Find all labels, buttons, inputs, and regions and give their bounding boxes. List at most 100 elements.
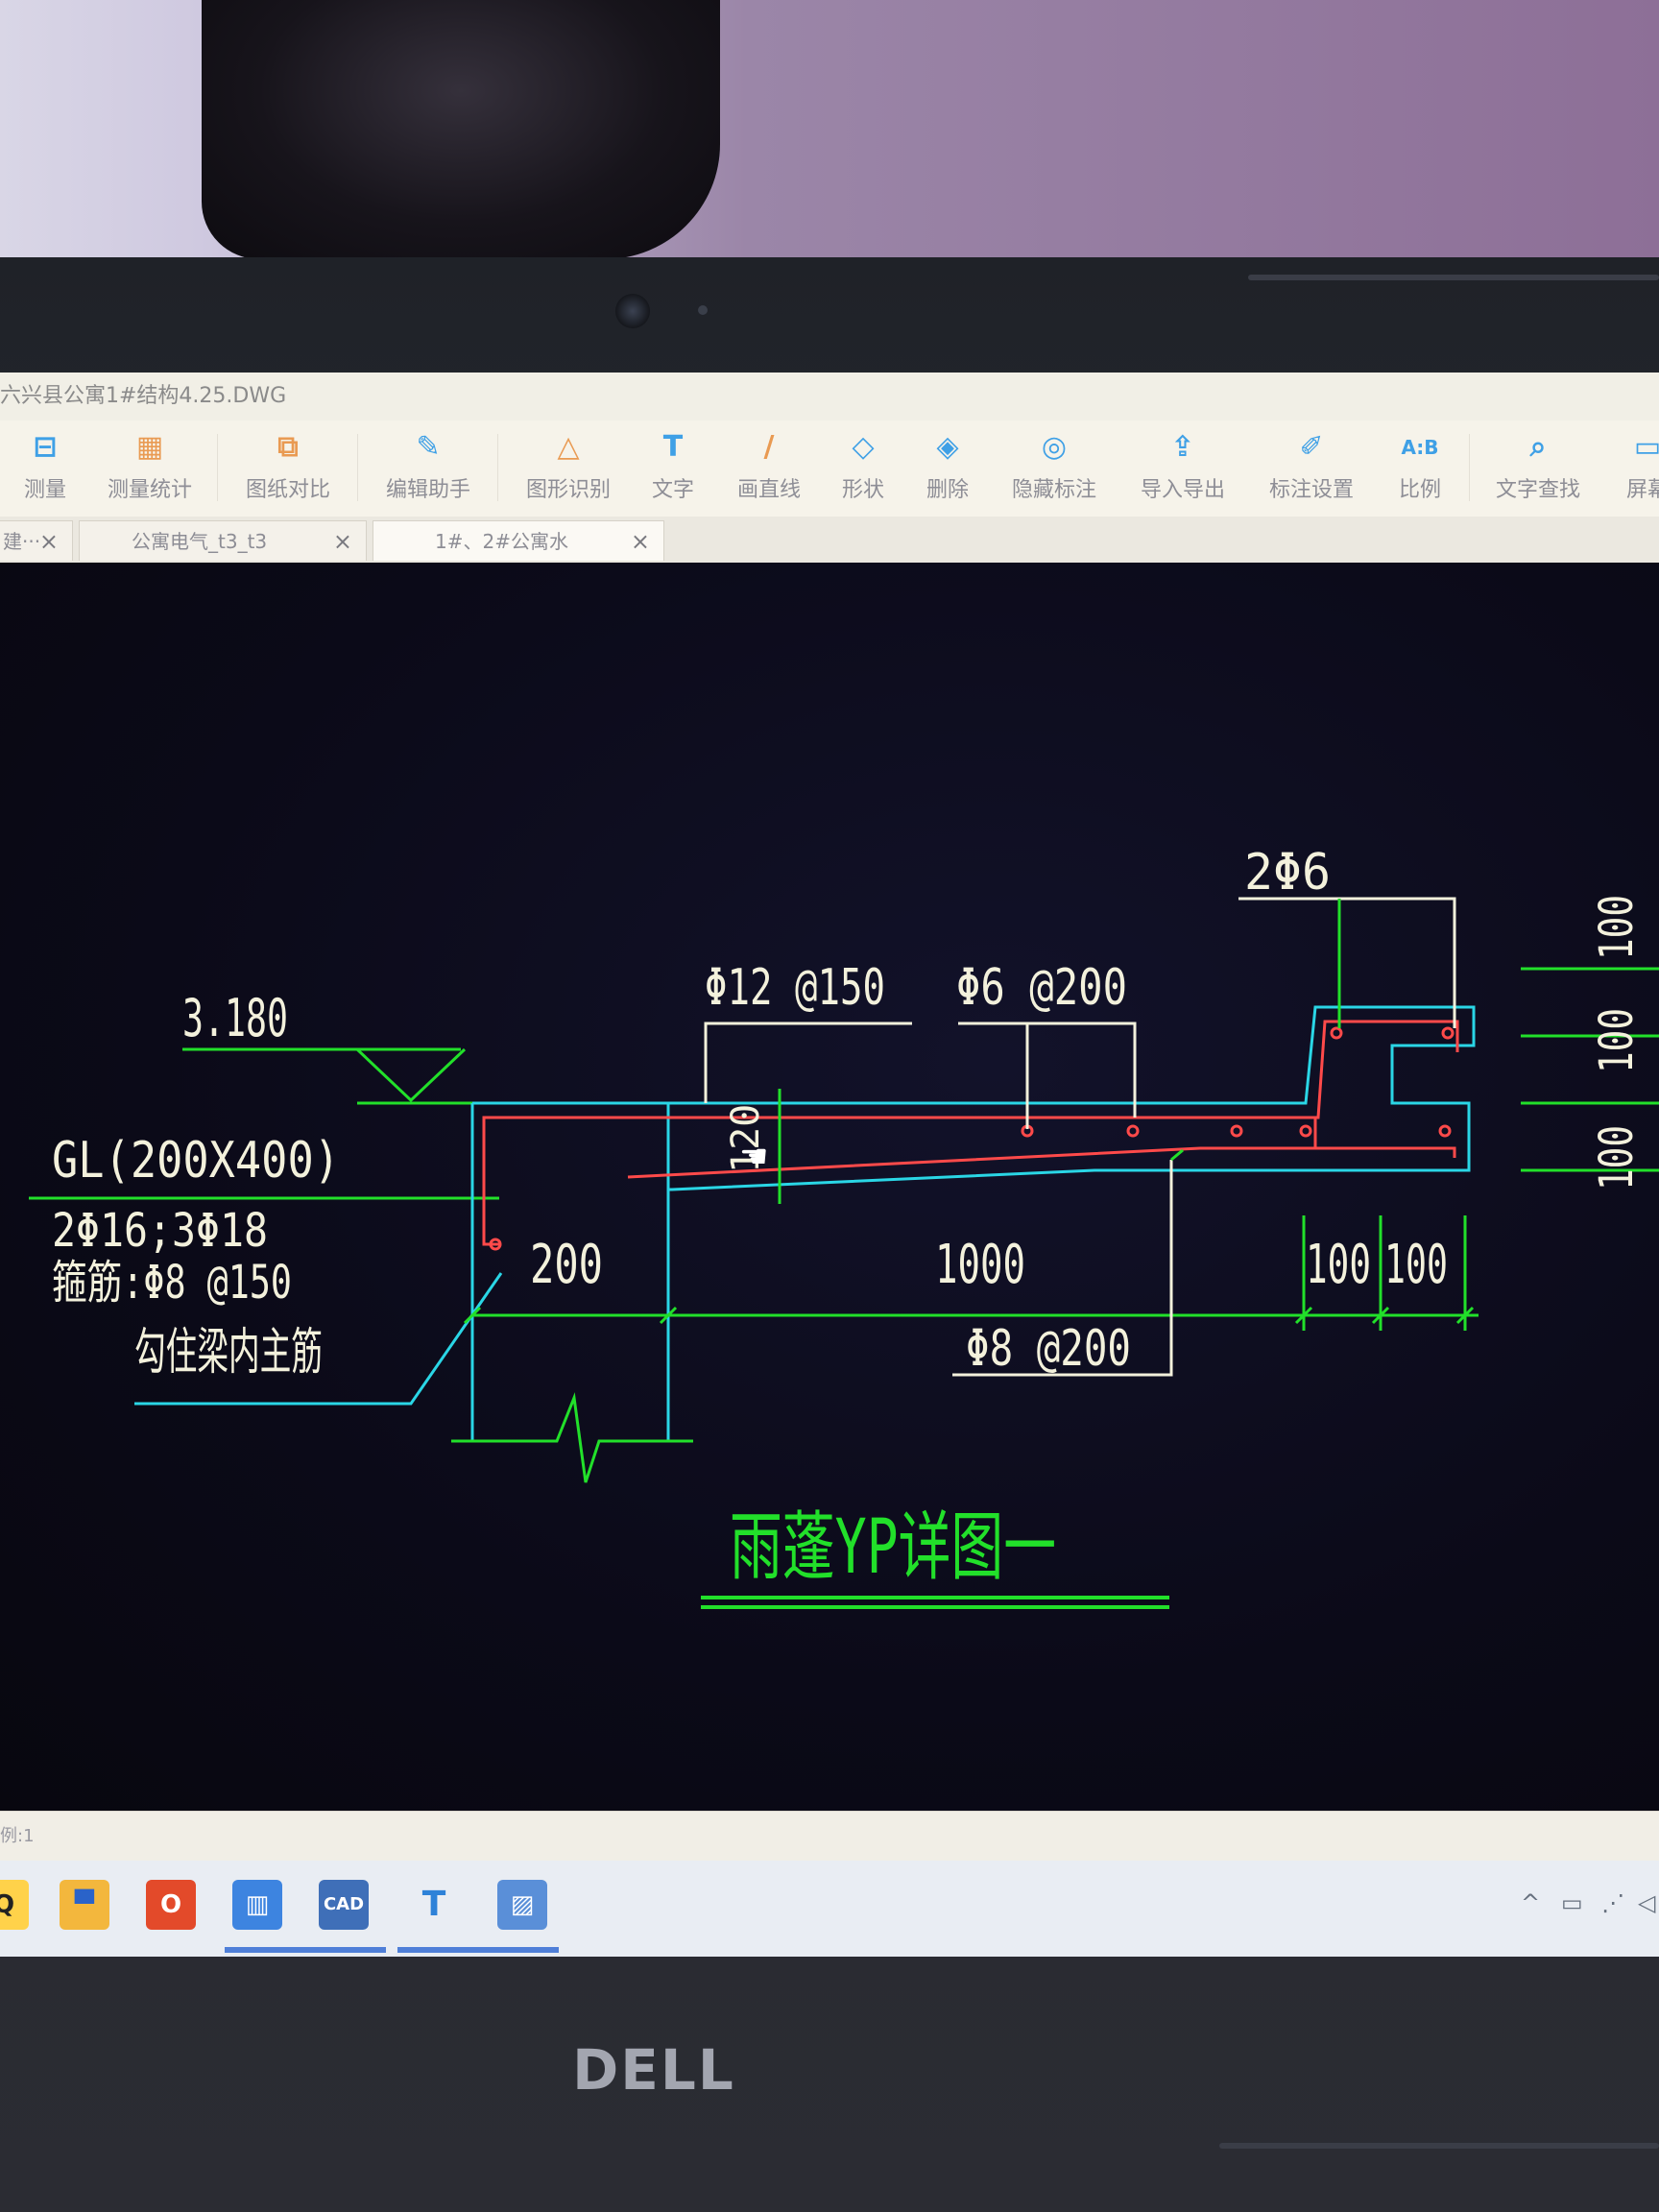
break-line: [451, 1392, 693, 1483]
top-bar-2: Φ6 @200: [956, 959, 1127, 1017]
tool-delete[interactable]: ◈ 删除: [914, 428, 981, 515]
volume-icon[interactable]: ◁: [1638, 1889, 1655, 1916]
toolbar-separator: [1469, 434, 1470, 501]
bezel-highlight: [1248, 275, 1659, 280]
tab-label: 1#、2#公寓水: [435, 530, 568, 553]
text-search-icon: ⌕: [1529, 430, 1547, 464]
qq-icon[interactable]: Q: [0, 1880, 29, 1930]
tool-label: 图纸对比: [245, 478, 330, 502]
right-dim-3: 100: [1590, 1125, 1644, 1190]
tool-compare[interactable]: ⧉ 图纸对比: [238, 428, 338, 515]
close-icon[interactable]: ×: [631, 521, 650, 562]
eraser-icon: ◈: [936, 430, 959, 464]
compare-icon: ⧉: [277, 430, 299, 464]
stirrup-spec: 箍筋:Φ8 @150: [52, 1256, 292, 1310]
tool-text-search[interactable]: ⌕ 文字查找: [1488, 428, 1588, 515]
right-dim-1: 100: [1590, 895, 1644, 960]
tool-label: 文字: [651, 478, 694, 502]
eye-hide-icon: ◎: [1041, 430, 1068, 464]
office-icon[interactable]: O: [146, 1880, 196, 1930]
tab-label: 建···: [3, 530, 41, 553]
tool-annotation-settings[interactable]: ✐ 标注设置: [1262, 428, 1361, 515]
beam-bars: 2Φ16;3Φ18: [52, 1204, 268, 1258]
tool-edit-assistant[interactable]: ✎ 编辑助手: [378, 428, 478, 515]
toolbar-separator: [357, 434, 358, 501]
document-tabbar: 建··· × 公寓电气_t3_t3 × 1#、2#公寓水 ×: [0, 517, 1659, 565]
dim-100-a: 100: [1306, 1234, 1371, 1296]
screen-icon: ▭: [1633, 430, 1659, 464]
tool-label: 测量: [23, 478, 66, 502]
text-icon: T: [662, 430, 684, 464]
bottom-bar: Φ8 @200: [966, 1320, 1131, 1378]
main-toolbar: ⊟ 测量 ▦ 测量统计 ⧉ 图纸对比 ✎ 编辑助手 △ 图形识别 T 文字 / …: [0, 421, 1659, 517]
cad-drawing: 3.180 GL(200X400) 2Φ16;3Φ18 箍筋:Φ8 @150 勾…: [29, 844, 1659, 1609]
edge-bars: 2Φ6: [1244, 844, 1331, 902]
hook-note: 勾住梁内主筋: [134, 1324, 323, 1382]
import-export-icon: ⇪: [1170, 430, 1195, 464]
tool-scale[interactable]: A:B 比例: [1386, 428, 1454, 515]
tool-measure-stats[interactable]: ▦ 测量统计: [100, 428, 200, 515]
library-icon[interactable]: ▥: [232, 1880, 282, 1930]
rebar-dots: [489, 1026, 1455, 1251]
bottom-bar-tick: [1170, 1148, 1184, 1162]
tool-shape-recognition[interactable]: △ 图形识别: [518, 428, 618, 515]
laptop-screen: 六兴县公寓1#结构4.25.DWG ⊟ 测量 ▦ 测量统计 ⧉ 图纸对比 ✎ 编…: [0, 373, 1659, 1957]
tool-label: 删除: [926, 478, 969, 502]
top-bar-1: Φ12 @150: [705, 959, 885, 1017]
tab-label: 公寓电气_t3_t3: [132, 530, 268, 553]
tool-hide-annotation[interactable]: ◎ 隐藏标注: [1004, 428, 1104, 515]
dim-1000: 1000: [935, 1234, 1025, 1296]
file-explorer-icon[interactable]: ▀: [60, 1880, 109, 1930]
status-bar: 例:1: [0, 1811, 1659, 1862]
tool-label: 编辑助手: [385, 478, 470, 502]
tool-shape[interactable]: ◇ 形状: [830, 428, 897, 515]
tool-measure[interactable]: ⊟ 测量: [12, 428, 79, 515]
edit-assistant-icon: ✎: [416, 430, 441, 464]
typora-icon[interactable]: T: [409, 1880, 459, 1930]
tool-label: 形状: [841, 478, 884, 502]
active-app-indicator: [397, 1947, 559, 1953]
tool-label: 图形识别: [525, 478, 611, 502]
elevation-value: 3.180: [182, 988, 288, 1048]
tool-screen[interactable]: ▭ 屏幕: [1619, 428, 1659, 515]
close-icon[interactable]: ×: [333, 521, 352, 562]
webcam-led: [698, 305, 708, 315]
tool-text[interactable]: T 文字: [639, 428, 707, 515]
drawing-canvas[interactable]: 3.180 GL(200X400) 2Φ16;3Φ18 箍筋:Φ8 @150 勾…: [0, 563, 1659, 1811]
cad-icon[interactable]: CAD: [319, 1880, 369, 1930]
tool-label: 标注设置: [1268, 478, 1354, 502]
tool-label: 隐藏标注: [1011, 478, 1096, 502]
dim-200: 200: [530, 1234, 603, 1296]
tab-building[interactable]: 建··· ×: [0, 520, 73, 561]
right-dim-2: 100: [1590, 1008, 1644, 1073]
dim-100-b: 100: [1384, 1234, 1448, 1296]
close-icon[interactable]: ×: [39, 521, 59, 562]
measure-stats-icon: ▦: [135, 430, 164, 464]
active-app-indicator: [225, 1947, 386, 1953]
tool-import-export[interactable]: ⇪ 导入导出: [1133, 428, 1233, 515]
tool-label: 文字查找: [1495, 478, 1580, 502]
toolbar-separator: [217, 434, 218, 501]
hand-cursor-icon: ☚: [739, 1138, 768, 1176]
photo-viewer-icon[interactable]: ▨: [497, 1880, 547, 1930]
tray-expand-icon[interactable]: ^: [1521, 1889, 1540, 1916]
annotation-settings-icon: ✐: [1299, 430, 1324, 464]
shape-icon: ◇: [852, 430, 875, 464]
wifi-icon[interactable]: ⋰: [1601, 1889, 1624, 1916]
tool-line[interactable]: / 画直线: [726, 428, 812, 515]
battery-icon[interactable]: ▭: [1561, 1889, 1583, 1916]
tool-label: 画直线: [736, 478, 801, 502]
tab-electrical[interactable]: 公寓电气_t3_t3 ×: [79, 520, 367, 561]
background-object: [202, 0, 720, 259]
shape-recognition-icon: △: [557, 430, 580, 464]
dell-logo: DELL: [572, 2037, 735, 2103]
tab-water[interactable]: 1#、2#公寓水 ×: [373, 520, 664, 561]
scale-icon: A:B: [1401, 436, 1439, 459]
measure-icon: ⊟: [33, 430, 58, 464]
tool-label: 测量统计: [107, 478, 192, 502]
tool-label: 比例: [1398, 478, 1441, 502]
tool-label: 屏幕: [1625, 478, 1659, 502]
drawing-title: 雨蓬YP详图一: [730, 1504, 1056, 1591]
window-title: 六兴县公寓1#结构4.25.DWG: [0, 384, 287, 408]
status-scale: 例:1: [0, 1826, 35, 1846]
